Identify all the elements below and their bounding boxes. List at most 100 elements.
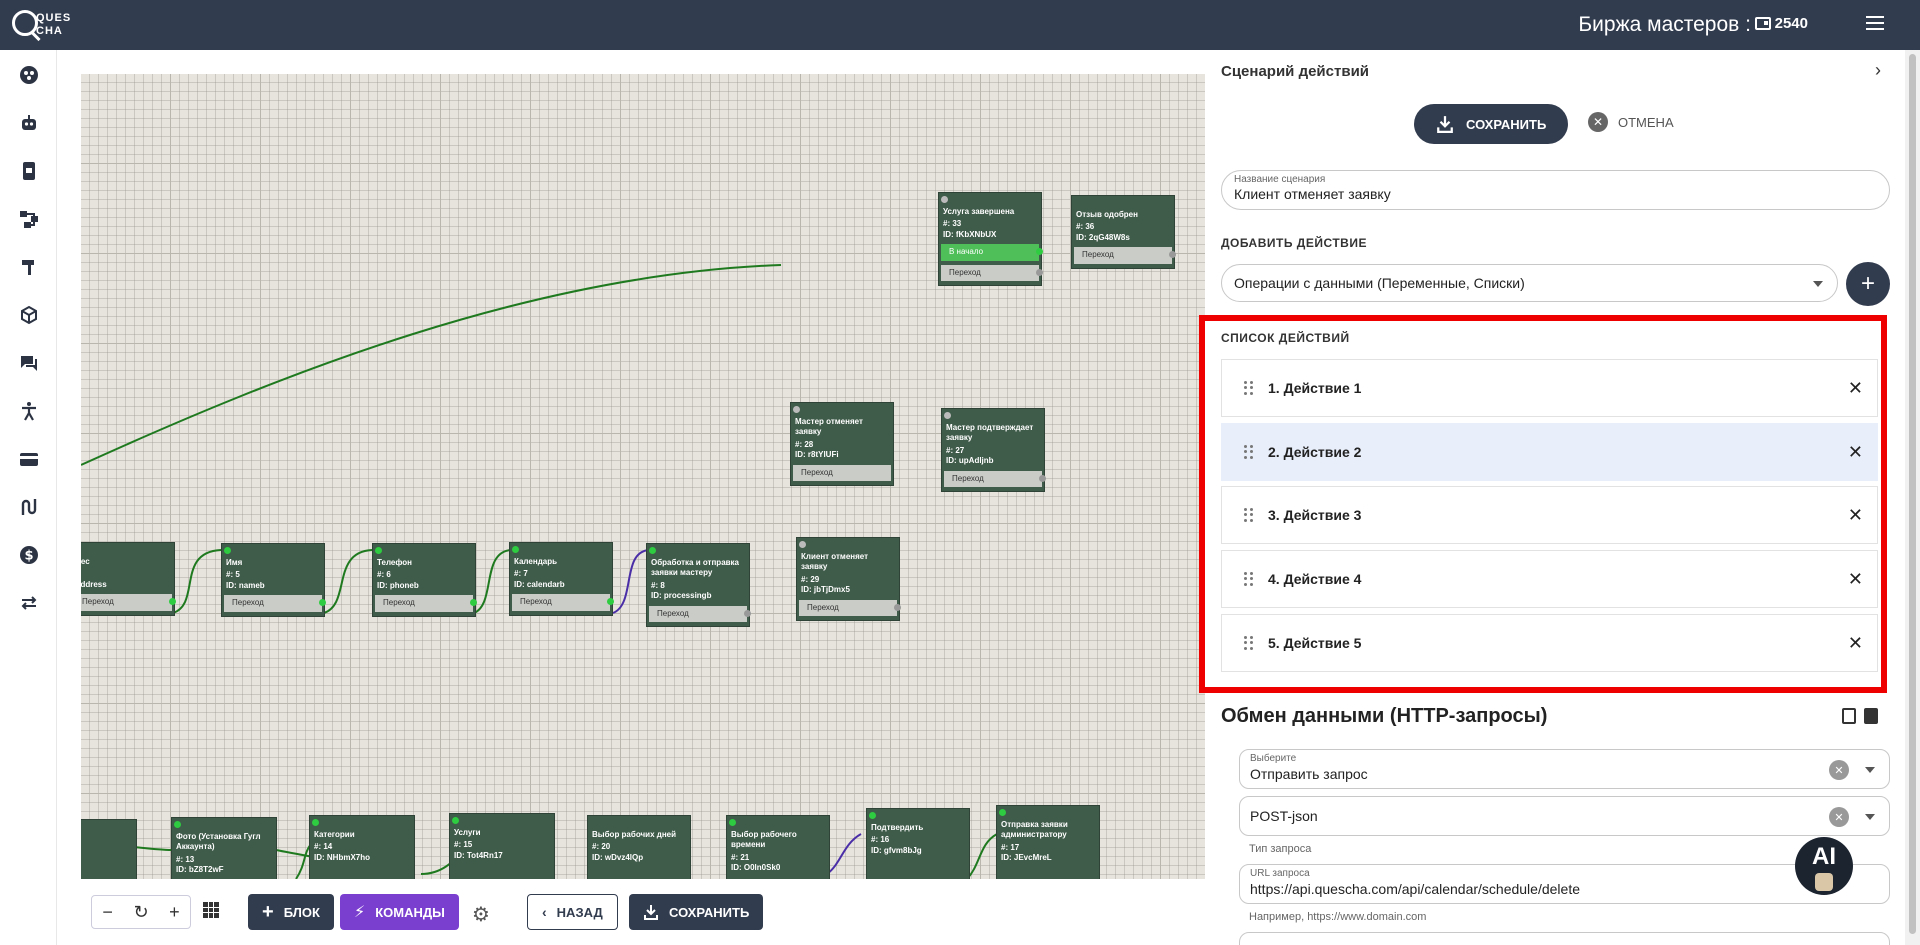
- node-8[interactable]: Обработка и отправка заявки мастеру #: 8…: [646, 543, 751, 627]
- node-28[interactable]: Мастер отменяет заявку #: 28 ID: r8tYlUF…: [790, 402, 894, 486]
- input-port[interactable]: [512, 546, 519, 553]
- node-33[interactable]: Услуга завершена #: 33 ID: fKbXNbUX В на…: [938, 192, 1043, 286]
- close-icon[interactable]: ✕: [1848, 505, 1863, 526]
- node-14[interactable]: Категории #: 14 ID: NHbmX7ho: [309, 815, 415, 879]
- action-item[interactable]: 2. Действие 2 ✕: [1221, 423, 1878, 481]
- output-port[interactable]: [1169, 251, 1176, 259]
- node-5[interactable]: Имя #: 5 ID: nameb Переход: [221, 543, 326, 617]
- person-icon[interactable]: [17, 399, 41, 423]
- node-pill-transition[interactable]: Переход: [224, 595, 326, 612]
- node-pill-start[interactable]: В начало: [941, 244, 1043, 261]
- device-icon[interactable]: [17, 159, 41, 183]
- node-6[interactable]: Телефон #: 6 ID: phoneb Переход: [372, 543, 477, 617]
- node-pill-transition[interactable]: Переход: [649, 605, 751, 622]
- input-port[interactable]: [869, 812, 876, 819]
- node-29[interactable]: Клиент отменяет заявку #: 29 ID: jbTjDmx…: [796, 537, 901, 621]
- drag-handle-icon[interactable]: [1244, 572, 1254, 586]
- cancel-button[interactable]: ✕ ОТМЕНА: [1588, 112, 1674, 132]
- node-27[interactable]: Мастер подтверждает заявку #: 27 ID: upA…: [941, 408, 1046, 492]
- action-type-select[interactable]: Операции с данными (Переменные, Списки): [1221, 264, 1838, 302]
- robot-icon[interactable]: [17, 111, 41, 135]
- save-button[interactable]: СОХРАНИТЬ: [1414, 104, 1569, 144]
- output-port[interactable]: [607, 598, 614, 606]
- node-13[interactable]: Фото (Установка Гугл Аккаунта) #: 13 ID:…: [171, 817, 277, 879]
- request-action-select[interactable]: Выберите Отправить запрос ✕: [1239, 749, 1890, 789]
- clear-icon[interactable]: ✕: [1829, 760, 1849, 780]
- input-port[interactable]: [941, 196, 948, 203]
- node-pill-transition[interactable]: Переход: [81, 594, 176, 611]
- input-port[interactable]: [375, 547, 382, 554]
- balance-badge[interactable]: 2540: [1754, 15, 1808, 32]
- output-port[interactable]: [1036, 268, 1043, 276]
- output-port[interactable]: [1039, 474, 1046, 482]
- node-36[interactable]: Отзыв одобрен #: 36 ID: 2qG48W8s Переход: [1071, 195, 1176, 269]
- zoom-reset-button[interactable]: ↻: [133, 902, 148, 923]
- action-item[interactable]: 3. Действие 3 ✕: [1221, 486, 1878, 544]
- output-port[interactable]: [1036, 248, 1043, 256]
- input-port[interactable]: [799, 541, 806, 548]
- ai-assistant-button[interactable]: AI: [1795, 837, 1853, 895]
- zoom-out-button[interactable]: −: [102, 902, 113, 923]
- scenario-name-field[interactable]: Название сценария Клиент отменяет заявку: [1221, 170, 1890, 210]
- hamburger-menu-icon[interactable]: [1866, 16, 1884, 32]
- node-pill-transition[interactable]: Переход: [1074, 247, 1176, 264]
- drag-handle-icon[interactable]: [1244, 381, 1254, 395]
- drag-handle-icon[interactable]: [1244, 636, 1254, 650]
- node-pill-transition[interactable]: Переход: [793, 464, 891, 481]
- node-21[interactable]: Выбор рабочего времени #: 21 ID: O0ln0Sk…: [726, 815, 830, 879]
- node-pill-transition[interactable]: Переход: [375, 595, 477, 612]
- scrollbar-thumb[interactable]: [1909, 54, 1916, 934]
- node-pill-transition[interactable]: Переход: [512, 594, 614, 611]
- node-pill-transition[interactable]: Переход: [944, 470, 1046, 487]
- output-port[interactable]: [744, 609, 751, 617]
- node-17[interactable]: Отправка заявки администратору #: 17 ID:…: [996, 805, 1100, 879]
- input-port[interactable]: [174, 821, 181, 828]
- close-icon[interactable]: ✕: [1848, 442, 1863, 463]
- node-pill-transition[interactable]: Переход: [799, 599, 901, 616]
- add-block-button[interactable]: + БЛОК: [248, 894, 334, 930]
- flow-icon[interactable]: [17, 207, 41, 231]
- input-port[interactable]: [793, 406, 800, 413]
- node-15[interactable]: Услуги #: 15 ID: Tot4Rn17: [449, 813, 555, 879]
- output-port[interactable]: [169, 598, 176, 606]
- node-4[interactable]: рес 4 address Переход: [81, 542, 176, 616]
- paste-icon[interactable]: [1864, 708, 1878, 724]
- action-item[interactable]: 5. Действие 5 ✕: [1221, 614, 1878, 672]
- swap-icon[interactable]: [17, 591, 41, 615]
- input-port[interactable]: [452, 817, 459, 824]
- input-port[interactable]: [944, 412, 951, 419]
- add-action-button[interactable]: +: [1846, 262, 1890, 306]
- action-item[interactable]: 4. Действие 4 ✕: [1221, 550, 1878, 608]
- drag-handle-icon[interactable]: [1244, 508, 1254, 522]
- commands-button[interactable]: ⚡ КОМАНДЫ: [340, 894, 459, 930]
- output-port[interactable]: [319, 599, 326, 607]
- input-port[interactable]: [312, 819, 319, 826]
- output-port[interactable]: [470, 599, 477, 607]
- clear-icon[interactable]: ✕: [1829, 807, 1849, 827]
- next-field[interactable]: [1239, 932, 1890, 945]
- gear-icon[interactable]: ⚙: [472, 902, 490, 927]
- copy-icon[interactable]: [1842, 708, 1856, 724]
- chat-icon[interactable]: [17, 351, 41, 375]
- zoom-in-button[interactable]: +: [169, 902, 180, 923]
- input-port[interactable]: [224, 547, 231, 554]
- dollar-icon[interactable]: $: [17, 543, 41, 567]
- close-icon[interactable]: ✕: [1848, 569, 1863, 590]
- action-item[interactable]: 1. Действие 1 ✕: [1221, 359, 1878, 417]
- flow-canvas[interactable]: Услуга завершена #: 33 ID: fKbXNbUX В на…: [81, 74, 1205, 879]
- canvas-save-button[interactable]: СОХРАНИТЬ: [629, 894, 764, 930]
- page-scrollbar[interactable]: [1905, 50, 1920, 945]
- input-port[interactable]: [999, 809, 1006, 816]
- back-button[interactable]: ‹ НАЗАД: [527, 894, 618, 930]
- input-port[interactable]: [649, 547, 656, 554]
- input-port[interactable]: [729, 819, 736, 826]
- hammer-icon[interactable]: [17, 255, 41, 279]
- node-7[interactable]: Календарь #: 7 ID: calendarb Переход: [509, 542, 614, 616]
- app-logo[interactable]: QUES CHA: [12, 8, 70, 42]
- request-method-select[interactable]: POST-json ✕: [1239, 796, 1890, 836]
- node-20[interactable]: Выбор рабочих дней #: 20 ID: wDvz4lQp: [587, 815, 691, 879]
- url-input[interactable]: URL запроса https://api.quescha.com/api/…: [1239, 864, 1890, 904]
- card-icon[interactable]: [17, 447, 41, 471]
- route-icon[interactable]: [17, 495, 41, 519]
- cube-icon[interactable]: [17, 303, 41, 327]
